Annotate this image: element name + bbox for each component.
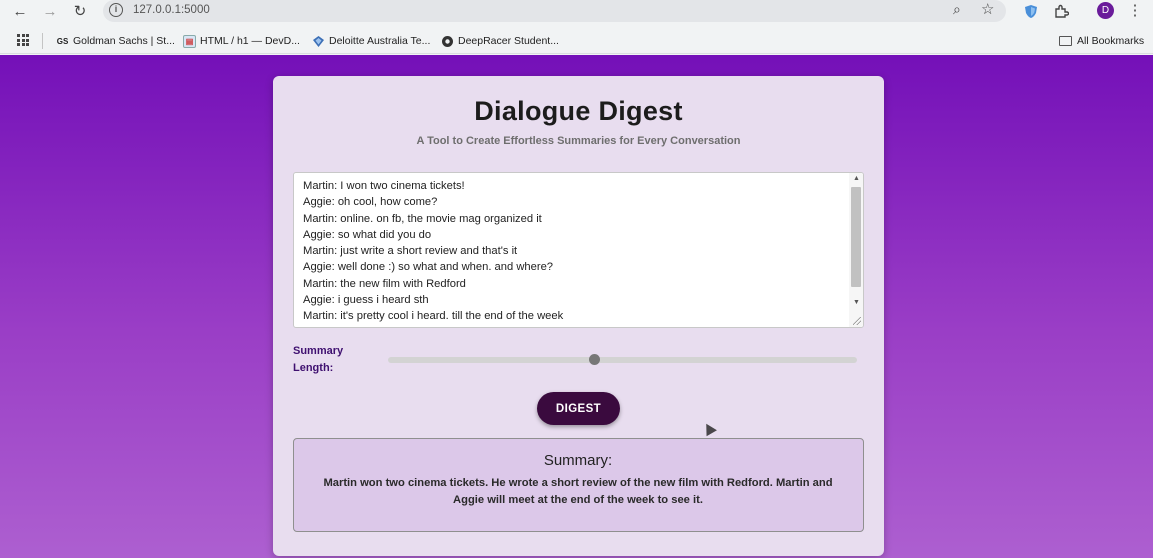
mouse-cursor-icon	[701, 420, 717, 437]
dialogue-line: Martin: just write a short review and th…	[303, 245, 518, 258]
bookmark-deloitte[interactable]: Deloitte Australia Te...	[312, 32, 430, 50]
dialogue-text[interactable]: Martin: I won two cinema tickets! Aggie: …	[303, 178, 843, 325]
zoom-icon[interactable]: ⌕	[953, 1, 961, 18]
address-bar[interactable]: i 127.0.0.1:5000 ⌕ ☆	[103, 0, 1006, 22]
scroll-down-icon[interactable]: ▼	[853, 299, 860, 306]
page-subtitle: A Tool to Create Effortless Summaries fo…	[416, 135, 741, 147]
dialogue-line: Aggie: well done :) so what and when. an…	[303, 261, 554, 274]
deloitte-icon	[312, 35, 325, 48]
dialogue-line: Martin: the new film with Redford	[303, 277, 466, 290]
url-text[interactable]: 127.0.0.1:5000	[133, 4, 210, 16]
summary-length-label: Summary Length:	[293, 345, 344, 374]
site-info-icon[interactable]: i	[109, 3, 123, 17]
folder-icon	[1059, 36, 1072, 46]
bookmark-label: Goldman Sachs | St...	[73, 35, 175, 47]
app-card: Dialogue Digest A Tool to Create Effortl…	[273, 76, 884, 556]
devdocs-icon: ▤	[183, 34, 196, 48]
profile-avatar[interactable]: D	[1097, 2, 1114, 19]
dialogue-line: Aggie: i guess i heard sth	[303, 294, 429, 307]
summary-panel: Summary: Martin won two cinema tickets. …	[293, 438, 864, 532]
bookmark-label: DeepRacer Student...	[458, 35, 559, 47]
all-bookmarks-label: All Bookmarks	[1077, 35, 1145, 47]
bookmark-deepracer[interactable]: DeepRacer Student...	[441, 32, 559, 50]
summary-text: Martin won two cinema tickets. He wrote …	[323, 477, 833, 506]
dialogue-input[interactable]: Martin: I won two cinema tickets! Aggie: …	[293, 172, 864, 328]
slider-thumb[interactable]	[588, 354, 600, 365]
browser-menu-icon[interactable]: ⋮	[1127, 1, 1143, 19]
deepracer-icon	[441, 35, 454, 48]
scroll-up-icon[interactable]: ▲	[853, 175, 860, 182]
digest-button[interactable]: DIGEST	[537, 392, 620, 425]
page-title: Dialogue Digest	[474, 96, 683, 126]
dialogue-line: Martin: it's pretty cool i heard. till t…	[303, 310, 564, 323]
bookmark-goldman-sachs[interactable]: GS Goldman Sachs | St...	[56, 32, 175, 50]
forward-icon[interactable]: →	[40, 1, 60, 21]
resize-handle-icon[interactable]	[853, 317, 861, 325]
browser-toolbar: ← → ↻ i 127.0.0.1:5000 ⌕ ☆ D ⋮	[0, 0, 1153, 22]
bookmark-devdocs[interactable]: ▤ HTML / h1 — DevD...	[183, 32, 300, 50]
shield-extension-icon[interactable]	[1021, 1, 1041, 21]
apps-grid-icon[interactable]	[17, 34, 29, 46]
bookmark-label: Deloitte Australia Te...	[329, 35, 431, 47]
dialogue-line: Aggie: so what did you do	[303, 228, 432, 241]
bookmark-label: HTML / h1 — DevD...	[200, 35, 300, 47]
page-background: Dialogue Digest A Tool to Create Effortl…	[0, 55, 1153, 558]
extensions-puzzle-icon[interactable]	[1051, 1, 1071, 21]
dialogue-line: Aggie: oh cool, how come?	[303, 196, 438, 209]
dialogue-line: Martin: online. on fb, the movie mag org…	[303, 212, 542, 225]
reload-icon[interactable]: ↻	[70, 1, 90, 21]
all-bookmarks-button[interactable]: All Bookmarks	[1059, 32, 1144, 50]
goldman-sachs-icon: GS	[56, 36, 69, 46]
bookmark-star-icon[interactable]: ☆	[981, 0, 994, 18]
bookmarks-divider	[42, 33, 43, 49]
bookmarks-bar: GS Goldman Sachs | St... ▤ HTML / h1 — D…	[0, 28, 1153, 54]
summary-heading: Summary:	[543, 452, 613, 469]
summary-length-slider[interactable]	[388, 357, 857, 363]
back-icon[interactable]: ←	[10, 1, 30, 21]
textarea-scrollbar[interactable]: ▲ ▼	[849, 173, 863, 327]
dialogue-line: Martin: I won two cinema tickets!	[303, 180, 465, 192]
scroll-thumb[interactable]	[851, 187, 861, 287]
